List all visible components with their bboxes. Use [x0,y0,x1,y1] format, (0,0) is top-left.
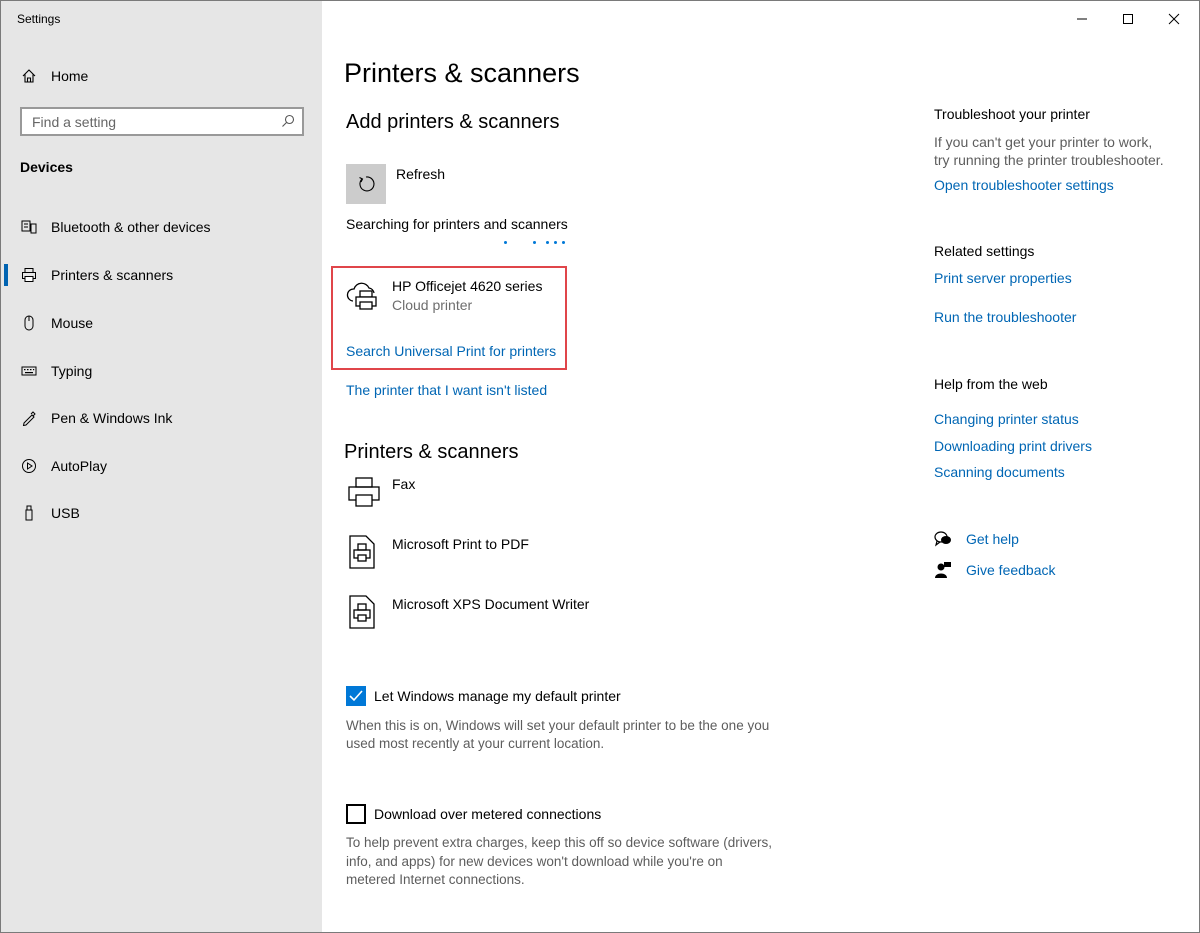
refresh-label[interactable]: Refresh [396,166,445,182]
search-input[interactable] [22,109,272,134]
keyboard-icon [20,362,38,380]
sidebar-home[interactable]: Home [1,56,322,96]
section-heading-devices: Devices [20,159,73,175]
checkmark-icon [349,690,363,702]
metered-connection-label[interactable]: Download over metered connections [374,806,601,822]
changing-printer-status-link[interactable]: Changing printer status [934,411,1079,427]
print-server-properties-link[interactable]: Print server properties [934,270,1072,286]
sidebar-item-printers[interactable]: Printers & scanners [1,255,322,295]
document-printer-icon [349,535,375,569]
sidebar-item-usb[interactable]: USB [1,493,322,533]
usb-icon [20,504,38,522]
search-box[interactable] [20,107,304,136]
sidebar-item-label: Typing [51,363,93,379]
open-troubleshooter-link[interactable]: Open troubleshooter settings [934,177,1114,193]
metered-description-line: info, and apps) for new devices won't do… [346,854,723,869]
downloading-print-drivers-link[interactable]: Downloading print drivers [934,438,1092,454]
sidebar-item-label: AutoPlay [51,458,108,474]
default-printer-label[interactable]: Let Windows manage my default printer [374,688,621,704]
main-content: Printers & scanners Add printers & scann… [322,1,1199,932]
refresh-button[interactable] [346,164,386,204]
search-icon[interactable] [281,114,295,133]
refresh-icon [359,176,375,192]
sidebar-item-bluetooth[interactable]: Bluetooth & other devices [1,207,322,247]
printer-name: Microsoft Print to PDF [392,536,529,552]
troubleshoot-description-line: try running the printer troubleshooter. [934,152,1164,168]
default-printer-description-line: When this is on, Windows will set your d… [346,718,770,733]
printer-name: HP Officejet 4620 series [392,278,543,294]
printer-name: Fax [392,476,416,492]
default-printer-checkbox[interactable] [346,686,366,706]
add-printers-heading: Add printers & scanners [346,111,560,133]
printer-icon [348,477,380,507]
troubleshoot-description-line: If you can't get your printer to work, [934,134,1153,150]
metered-connection-checkbox[interactable] [346,804,366,824]
sidebar-item-label: Mouse [51,315,94,331]
pen-icon [20,409,38,427]
feedback-icon [935,562,951,578]
active-indicator [4,264,8,286]
settings-window: Settings Home Devices Bluetooth & other … [0,0,1200,933]
give-feedback-link[interactable]: Give feedback [966,562,1056,578]
metered-description-line: To help prevent extra charges, keep this… [346,835,772,850]
page-title: Printers & scanners [344,58,580,88]
get-help-icon [934,531,951,547]
default-printer-description-line: used most recently at your current locat… [346,736,605,751]
sidebar-home-label: Home [51,68,89,84]
app-title: Settings [17,12,61,26]
sidebar-item-autoplay[interactable]: AutoPlay [1,446,322,486]
home-icon [20,67,38,85]
bluetooth-devices-icon [20,218,38,236]
sidebar-item-typing[interactable]: Typing [1,351,322,391]
help-from-web-title: Help from the web [934,376,1048,392]
printer-icon [20,266,38,284]
scanning-documents-link[interactable]: Scanning documents [934,464,1065,480]
searching-status: Searching for printers and scanners [346,216,568,232]
mouse-icon [20,314,38,332]
document-printer-icon [349,595,375,629]
related-settings-title: Related settings [934,243,1035,259]
sidebar-item-label: Bluetooth & other devices [51,219,211,235]
printers-list-heading: Printers & scanners [344,441,519,463]
autoplay-icon [20,457,38,475]
run-troubleshooter-link[interactable]: Run the troubleshooter [934,309,1076,325]
sidebar-item-label: Pen & Windows Ink [51,410,173,426]
troubleshoot-title: Troubleshoot your printer [934,106,1090,122]
printer-name: Microsoft XPS Document Writer [392,596,590,612]
printer-type: Cloud printer [392,297,473,313]
sidebar-item-label: Printers & scanners [51,267,174,283]
search-universal-print-link[interactable]: Search Universal Print for printers [346,343,556,359]
get-help-link[interactable]: Get help [966,531,1019,547]
printer-not-listed-link[interactable]: The printer that I want isn't listed [346,382,547,398]
sidebar: Settings Home Devices Bluetooth & other … [1,1,322,932]
cloud-printer-icon [346,282,377,310]
sidebar-item-pen[interactable]: Pen & Windows Ink [1,398,322,438]
sidebar-item-mouse[interactable]: Mouse [1,303,322,343]
metered-description-line: metered Internet connections. [346,872,525,887]
sidebar-item-label: USB [51,505,80,521]
